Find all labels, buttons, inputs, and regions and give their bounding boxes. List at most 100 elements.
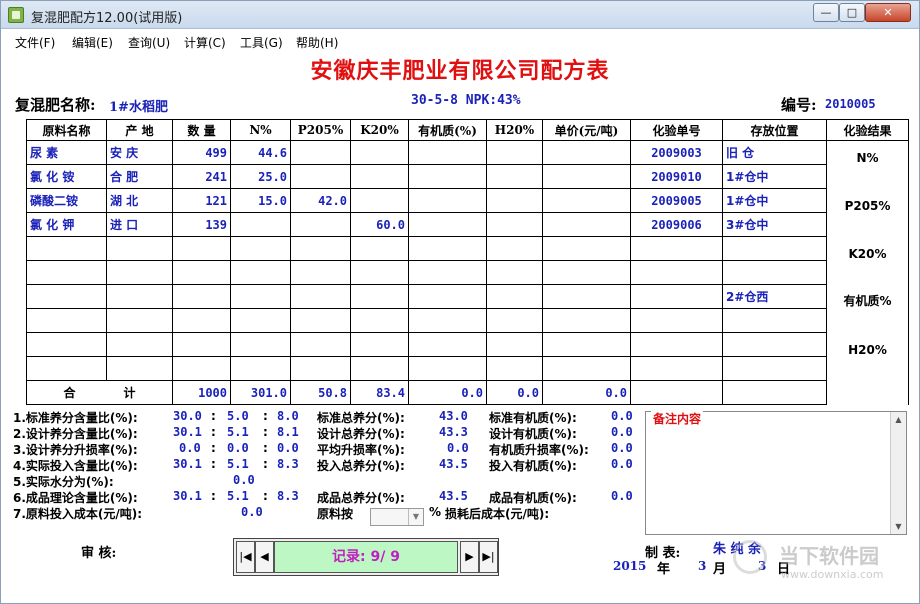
- table-cell-price[interactable]: [542, 164, 631, 189]
- table-cell-h2o[interactable]: [486, 236, 543, 261]
- table-cell-qty[interactable]: [172, 332, 231, 357]
- table-cell-name[interactable]: 氯 化 铵: [26, 164, 107, 189]
- menu-file[interactable]: 文件(F): [15, 34, 55, 51]
- table-cell-loc[interactable]: 3#仓中: [722, 212, 827, 237]
- table-cell-loc[interactable]: 2#仓西: [722, 284, 827, 309]
- table-cell-k[interactable]: [350, 284, 409, 309]
- table-cell-qty[interactable]: [172, 236, 231, 261]
- table-cell-origin[interactable]: [106, 356, 173, 381]
- menu-query[interactable]: 查询(U): [128, 34, 170, 51]
- table-cell-price[interactable]: [542, 332, 631, 357]
- table-cell-name[interactable]: 氯 化 钾: [26, 212, 107, 237]
- table-cell-org[interactable]: [408, 188, 487, 213]
- table-cell-origin[interactable]: 湖 北: [106, 188, 173, 213]
- table-cell-h2o[interactable]: [486, 212, 543, 237]
- table-cell-lab[interactable]: [630, 332, 723, 357]
- table-cell-org[interactable]: [408, 284, 487, 309]
- table-cell-k[interactable]: [350, 236, 409, 261]
- table-cell-price[interactable]: [542, 308, 631, 333]
- table-cell-qty[interactable]: [172, 284, 231, 309]
- table-cell-qty[interactable]: [172, 308, 231, 333]
- table-cell-p[interactable]: 42.0: [290, 188, 351, 213]
- table-cell-price[interactable]: [542, 140, 631, 165]
- first-record-button[interactable]: |◀: [236, 541, 255, 573]
- table-cell-p[interactable]: [290, 140, 351, 165]
- table-cell-p[interactable]: [290, 308, 351, 333]
- maximize-button[interactable]: □: [839, 3, 865, 22]
- menu-edit[interactable]: 编辑(E): [72, 34, 113, 51]
- table-cell-p[interactable]: [290, 212, 351, 237]
- table-cell-loc[interactable]: [722, 308, 827, 333]
- table-cell-lab[interactable]: [630, 284, 723, 309]
- table-cell-org[interactable]: [408, 308, 487, 333]
- table-cell-k[interactable]: [350, 260, 409, 285]
- table-cell-price[interactable]: [542, 260, 631, 285]
- table-cell-k[interactable]: [350, 164, 409, 189]
- table-cell-qty[interactable]: 139: [172, 212, 231, 237]
- table-cell-h2o[interactable]: [486, 140, 543, 165]
- table-cell-origin[interactable]: [106, 260, 173, 285]
- table-cell-price[interactable]: [542, 188, 631, 213]
- table-cell-lab[interactable]: 2009005: [630, 188, 723, 213]
- table-cell-n[interactable]: 44.6: [230, 140, 291, 165]
- table-cell-loc[interactable]: 1#仓中: [722, 164, 827, 189]
- table-cell-n[interactable]: [230, 212, 291, 237]
- table-cell-lab[interactable]: [630, 308, 723, 333]
- table-cell-org[interactable]: [408, 356, 487, 381]
- table-cell-n[interactable]: 25.0: [230, 164, 291, 189]
- table-cell-k[interactable]: [350, 140, 409, 165]
- table-cell-origin[interactable]: 合 肥: [106, 164, 173, 189]
- table-cell-k[interactable]: [350, 188, 409, 213]
- table-cell-loc[interactable]: [722, 356, 827, 381]
- table-cell-name[interactable]: [26, 284, 107, 309]
- table-cell-qty[interactable]: [172, 356, 231, 381]
- table-cell-k[interactable]: 60.0: [350, 212, 409, 237]
- table-cell-h2o[interactable]: [486, 164, 543, 189]
- table-cell-n[interactable]: [230, 284, 291, 309]
- table-cell-h2o[interactable]: [486, 260, 543, 285]
- table-cell-loc[interactable]: [722, 332, 827, 357]
- table-cell-n[interactable]: [230, 308, 291, 333]
- table-cell-lab[interactable]: [630, 260, 723, 285]
- table-cell-lab[interactable]: 2009010: [630, 164, 723, 189]
- scroll-up-icon[interactable]: ▲: [891, 412, 906, 427]
- table-cell-h2o[interactable]: [486, 308, 543, 333]
- chevron-down-icon[interactable]: ▼: [408, 509, 423, 525]
- menu-tools[interactable]: 工具(G): [240, 34, 283, 51]
- table-cell-p[interactable]: [290, 164, 351, 189]
- last-record-button[interactable]: ▶|: [479, 541, 498, 573]
- table-cell-loc[interactable]: 旧 仓: [722, 140, 827, 165]
- table-cell-org[interactable]: [408, 236, 487, 261]
- notes-box[interactable]: 备注内容 ▲ ▼: [645, 410, 907, 535]
- table-cell-n[interactable]: 15.0: [230, 188, 291, 213]
- table-cell-n[interactable]: [230, 236, 291, 261]
- table-cell-price[interactable]: [542, 284, 631, 309]
- table-cell-h2o[interactable]: [486, 332, 543, 357]
- table-cell-loc[interactable]: [722, 260, 827, 285]
- table-cell-org[interactable]: [408, 212, 487, 237]
- table-cell-k[interactable]: [350, 308, 409, 333]
- minimize-button[interactable]: —: [813, 3, 839, 22]
- close-button[interactable]: ✕: [865, 3, 911, 22]
- table-cell-origin[interactable]: 安 庆: [106, 140, 173, 165]
- table-cell-org[interactable]: [408, 164, 487, 189]
- code-value[interactable]: 2010005: [825, 97, 876, 111]
- table-cell-p[interactable]: [290, 236, 351, 261]
- table-cell-h2o[interactable]: [486, 356, 543, 381]
- table-cell-p[interactable]: [290, 332, 351, 357]
- notes-scrollbar[interactable]: ▲ ▼: [890, 412, 906, 534]
- fertilizer-name[interactable]: 1#水稻肥: [109, 96, 168, 115]
- table-cell-origin[interactable]: 进 口: [106, 212, 173, 237]
- table-cell-qty[interactable]: [172, 260, 231, 285]
- table-cell-lab[interactable]: [630, 236, 723, 261]
- table-cell-k[interactable]: [350, 356, 409, 381]
- table-cell-name[interactable]: 尿 素: [26, 140, 107, 165]
- menu-help[interactable]: 帮助(H): [296, 34, 338, 51]
- table-cell-price[interactable]: [542, 356, 631, 381]
- table-cell-origin[interactable]: [106, 284, 173, 309]
- prev-record-button[interactable]: ◀: [255, 541, 274, 573]
- table-cell-name[interactable]: [26, 332, 107, 357]
- table-cell-qty[interactable]: 121: [172, 188, 231, 213]
- table-cell-org[interactable]: [408, 140, 487, 165]
- table-cell-h2o[interactable]: [486, 284, 543, 309]
